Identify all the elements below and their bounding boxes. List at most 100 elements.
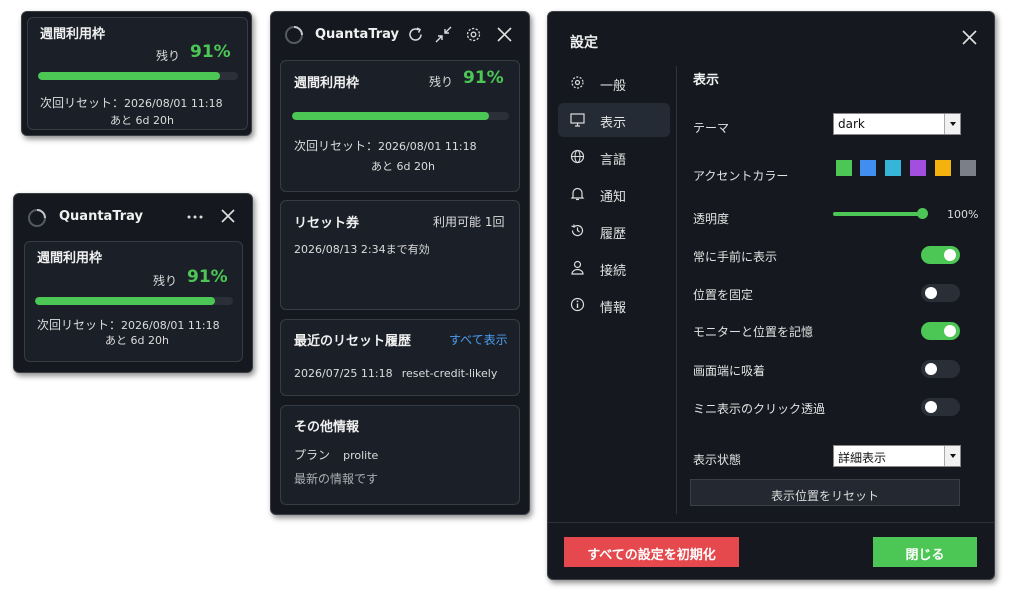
countdown: あと 6d 20h (110, 114, 174, 127)
accent-swatch-cyan[interactable] (885, 160, 901, 176)
reset-ticket-validity: 2026/08/13 2:34まで有効 (294, 243, 430, 256)
reset-info: 次回リセット：2026/08/01 11:18 (294, 135, 477, 154)
usage-card: 週間利用枠 残り 91% 次回リセット：2026/08/01 11:18 あと … (24, 241, 243, 362)
section-title: 表示 (693, 73, 720, 88)
nav-label: 情報 (600, 301, 627, 316)
toggle-snap-to-edge[interactable] (921, 360, 960, 378)
nav-label: 接続 (600, 264, 627, 279)
bell-icon (570, 186, 585, 201)
accent-swatch-gray[interactable] (960, 160, 976, 176)
reset-info: 次回リセット：2026/08/01 11:18 (37, 314, 220, 333)
main-window: QuantaTray 週間利用枠 残り 91% 次回リセット：2026/08/0… (270, 11, 530, 515)
opacity-label: 透明度 (693, 212, 730, 226)
usage-progress-bar (38, 72, 238, 80)
nav-item-history[interactable]: 履歴 (558, 214, 670, 248)
toggle-lock-position[interactable] (921, 284, 960, 302)
nav-item-info[interactable]: 情報 (558, 288, 670, 322)
reset-date: 2026/08/01 11:18 (121, 319, 220, 332)
more-icon[interactable] (187, 215, 203, 219)
remaining-label: 残り (156, 49, 181, 63)
countdown: あと 6d 20h (105, 334, 169, 347)
chevron-down-icon (944, 114, 960, 134)
close-icon[interactable] (497, 27, 512, 42)
gear-icon[interactable] (465, 26, 482, 43)
nav-label: 履歴 (600, 227, 627, 242)
accent-swatch-yellow[interactable] (935, 160, 951, 176)
nav-label: 一般 (600, 79, 627, 94)
opacity-slider-handle[interactable] (917, 208, 928, 219)
toggle-label-lock-position: 位置を固定 (693, 288, 754, 302)
history-icon (570, 223, 585, 238)
usage-title: 週間利用枠 (37, 251, 103, 266)
settings-window: 設定 一般 表示 言語 通知 履歴 接続 情報 表示 テーマ dark アクセン… (547, 11, 995, 580)
toggle-remember-monitor[interactable] (921, 322, 960, 340)
display-state-select[interactable]: 詳細表示 (833, 445, 961, 467)
nav-item-general[interactable]: 一般 (558, 66, 670, 100)
opacity-slider-fill (833, 212, 921, 216)
nav-label: 言語 (600, 153, 627, 168)
reset-info: 次回リセット：2026/08/01 11:18 (40, 92, 223, 111)
minimize-icon[interactable] (435, 26, 452, 43)
close-icon[interactable] (221, 209, 235, 223)
toggle-always-on-top[interactable] (921, 246, 960, 264)
nav-label: 通知 (600, 190, 627, 205)
reset-ticket-title: リセット券 (294, 216, 360, 231)
usage-card: 週間利用枠 残り 91% 次回リセット：2026/08/01 11:18 あと … (27, 17, 248, 130)
theme-select[interactable]: dark (833, 113, 961, 135)
history-title: 最近のリセット履歴 (294, 334, 412, 349)
monitor-icon (570, 112, 585, 127)
close-button[interactable]: 閉じる (873, 537, 977, 567)
show-all-link[interactable]: すべて表示 (449, 331, 508, 348)
countdown: あと 6d 20h (371, 160, 435, 173)
reset-ticket-available: 利用可能 1回 (433, 215, 505, 229)
remaining-label: 残り (153, 274, 178, 288)
toggle-mini-click-through[interactable] (921, 398, 960, 416)
history-card: 最近のリセット履歴 すべて表示 2026/07/25 11:18 reset-c… (280, 319, 520, 396)
app-title: QuantaTray (315, 27, 400, 42)
nav-item-language[interactable]: 言語 (558, 140, 670, 174)
toggle-label-snap-to-edge: 画面端に吸着 (693, 364, 766, 378)
info-status: 最新の情報です (294, 472, 379, 486)
opacity-value: 100% (947, 208, 979, 221)
globe-icon (570, 149, 585, 164)
plan-value: prolite (343, 449, 379, 462)
remaining-percent: 91% (190, 42, 231, 62)
reset-position-button[interactable]: 表示位置をリセット (690, 479, 960, 506)
theme-label: テーマ (693, 121, 730, 135)
nav-item-notifications[interactable]: 通知 (558, 177, 670, 211)
display-state-label: 表示状態 (693, 453, 742, 467)
gear-icon (570, 75, 585, 90)
remaining-label: 残り (429, 75, 454, 89)
compact-window: QuantaTray 週間利用枠 残り 91% 次回リセット：2026/08/0… (13, 193, 253, 373)
refresh-icon[interactable] (407, 26, 424, 43)
reset-ticket-card: リセット券 利用可能 1回 2026/08/13 2:34まで有効 (280, 200, 520, 310)
nav-item-display[interactable]: 表示 (558, 103, 670, 137)
plan-label: プラン (294, 448, 331, 462)
loading-spinner-icon (26, 207, 48, 229)
usage-progress-bar (35, 297, 233, 305)
toggle-label-mini-click-through: ミニ表示のクリック透過 (693, 402, 826, 416)
settings-title: 設定 (570, 35, 598, 51)
footer-divider (548, 522, 994, 523)
opacity-slider[interactable] (833, 208, 928, 220)
app-title: QuantaTray (59, 209, 144, 224)
accent-swatch-blue[interactable] (860, 160, 876, 176)
reset-label: 次回リセット： (294, 139, 379, 153)
close-icon[interactable] (962, 30, 977, 45)
nav-item-connection[interactable]: 接続 (558, 251, 670, 285)
accent-swatch-green[interactable] (836, 160, 852, 176)
user-icon (570, 260, 585, 275)
chevron-down-icon (944, 446, 960, 466)
remaining-percent: 91% (463, 68, 504, 88)
accent-swatch-purple[interactable] (910, 160, 926, 176)
theme-select-value: dark (838, 117, 865, 131)
nav-divider (676, 66, 677, 514)
nav-label: 表示 (600, 116, 627, 131)
mini-widget: 週間利用枠 残り 91% 次回リセット：2026/08/01 11:18 あと … (21, 11, 252, 136)
accent-color-label: アクセントカラー (693, 169, 789, 183)
usage-card: 週間利用枠 残り 91% 次回リセット：2026/08/01 11:18 あと … (280, 60, 520, 192)
other-info-title: その他情報 (294, 420, 360, 435)
reset-date: 2026/08/01 11:18 (124, 97, 223, 110)
remaining-percent: 91% (187, 267, 228, 287)
reset-all-settings-button[interactable]: すべての設定を初期化 (564, 537, 739, 567)
